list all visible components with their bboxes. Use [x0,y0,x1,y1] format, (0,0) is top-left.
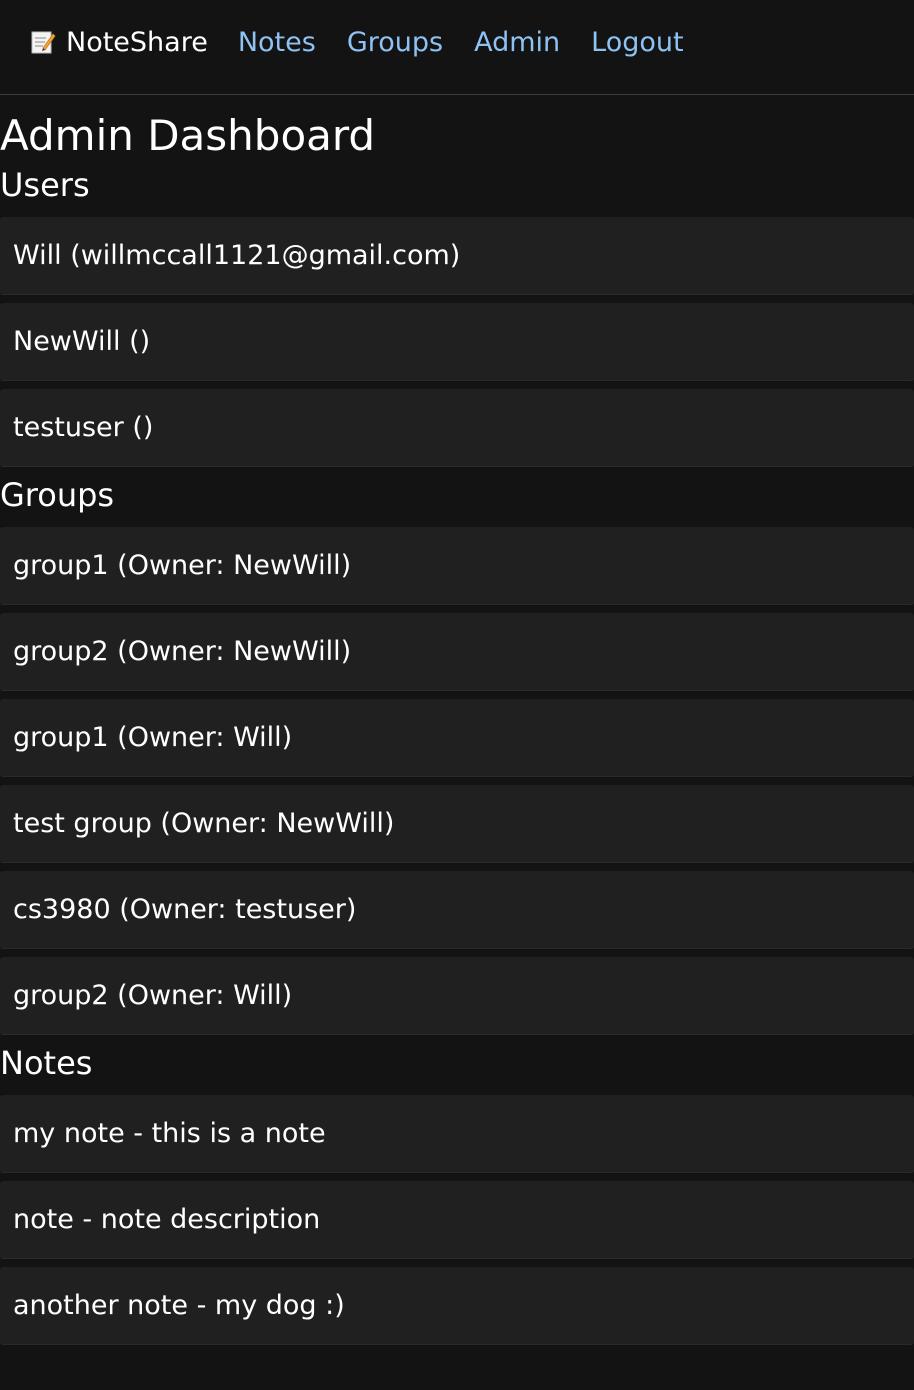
note-item: note - note description [0,1181,914,1259]
navbar: NoteShare Notes Groups Admin Logout [0,0,914,95]
group-item: group1 (Owner: NewWill) [0,527,914,605]
page-title: Admin Dashboard [0,111,376,160]
nav-link-logout[interactable]: Logout [591,27,683,58]
note-item: my note - this is a note [0,1095,914,1173]
user-item: testuser () [0,389,914,467]
main-content: Admin Dashboard Users Will (willmccall11… [0,112,914,1345]
user-item: Will (willmccall1121@gmail.com) [0,217,914,295]
group-item: group2 (Owner: NewWill) [0,613,914,691]
group-item: group2 (Owner: Will) [0,957,914,1035]
user-item: NewWill () [0,303,914,381]
nav-link-groups[interactable]: Groups [347,27,443,58]
notes-list: my note - this is a note note - note des… [0,1095,914,1345]
group-item: group1 (Owner: Will) [0,699,914,777]
nav-link-admin[interactable]: Admin [474,27,560,58]
notes-section-title: Notes [0,1044,93,1082]
note-item: another note - my dog :) [0,1267,914,1345]
brand-name: NoteShare [66,26,208,58]
group-item: test group (Owner: NewWill) [0,785,914,863]
nav-link-notes[interactable]: Notes [238,27,316,58]
users-list: Will (willmccall1121@gmail.com) NewWill … [0,217,914,467]
brand[interactable]: NoteShare [30,27,208,58]
groups-section-title: Groups [0,476,115,514]
group-item: cs3980 (Owner: testuser) [0,871,914,949]
memo-icon [30,29,56,55]
groups-list: group1 (Owner: NewWill) group2 (Owner: N… [0,527,914,1035]
users-section-title: Users [0,166,90,204]
